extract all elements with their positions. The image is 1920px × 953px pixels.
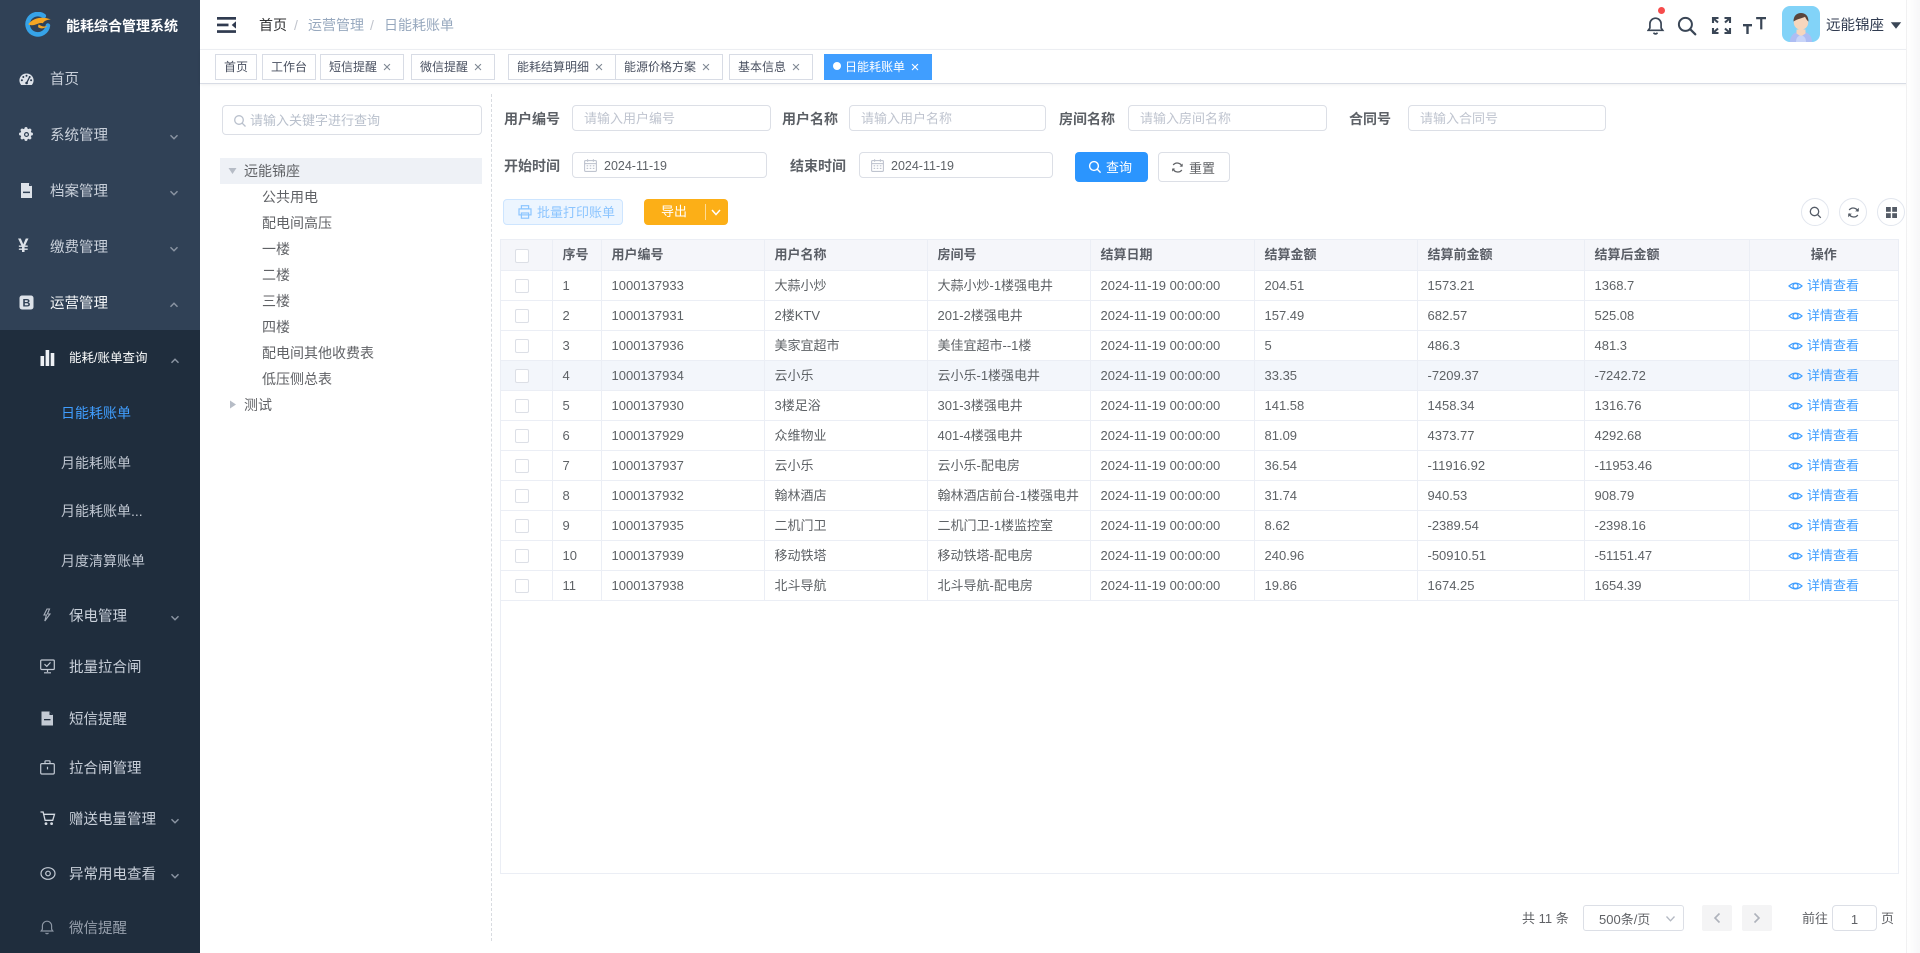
svg-text:B: B	[23, 298, 31, 310]
